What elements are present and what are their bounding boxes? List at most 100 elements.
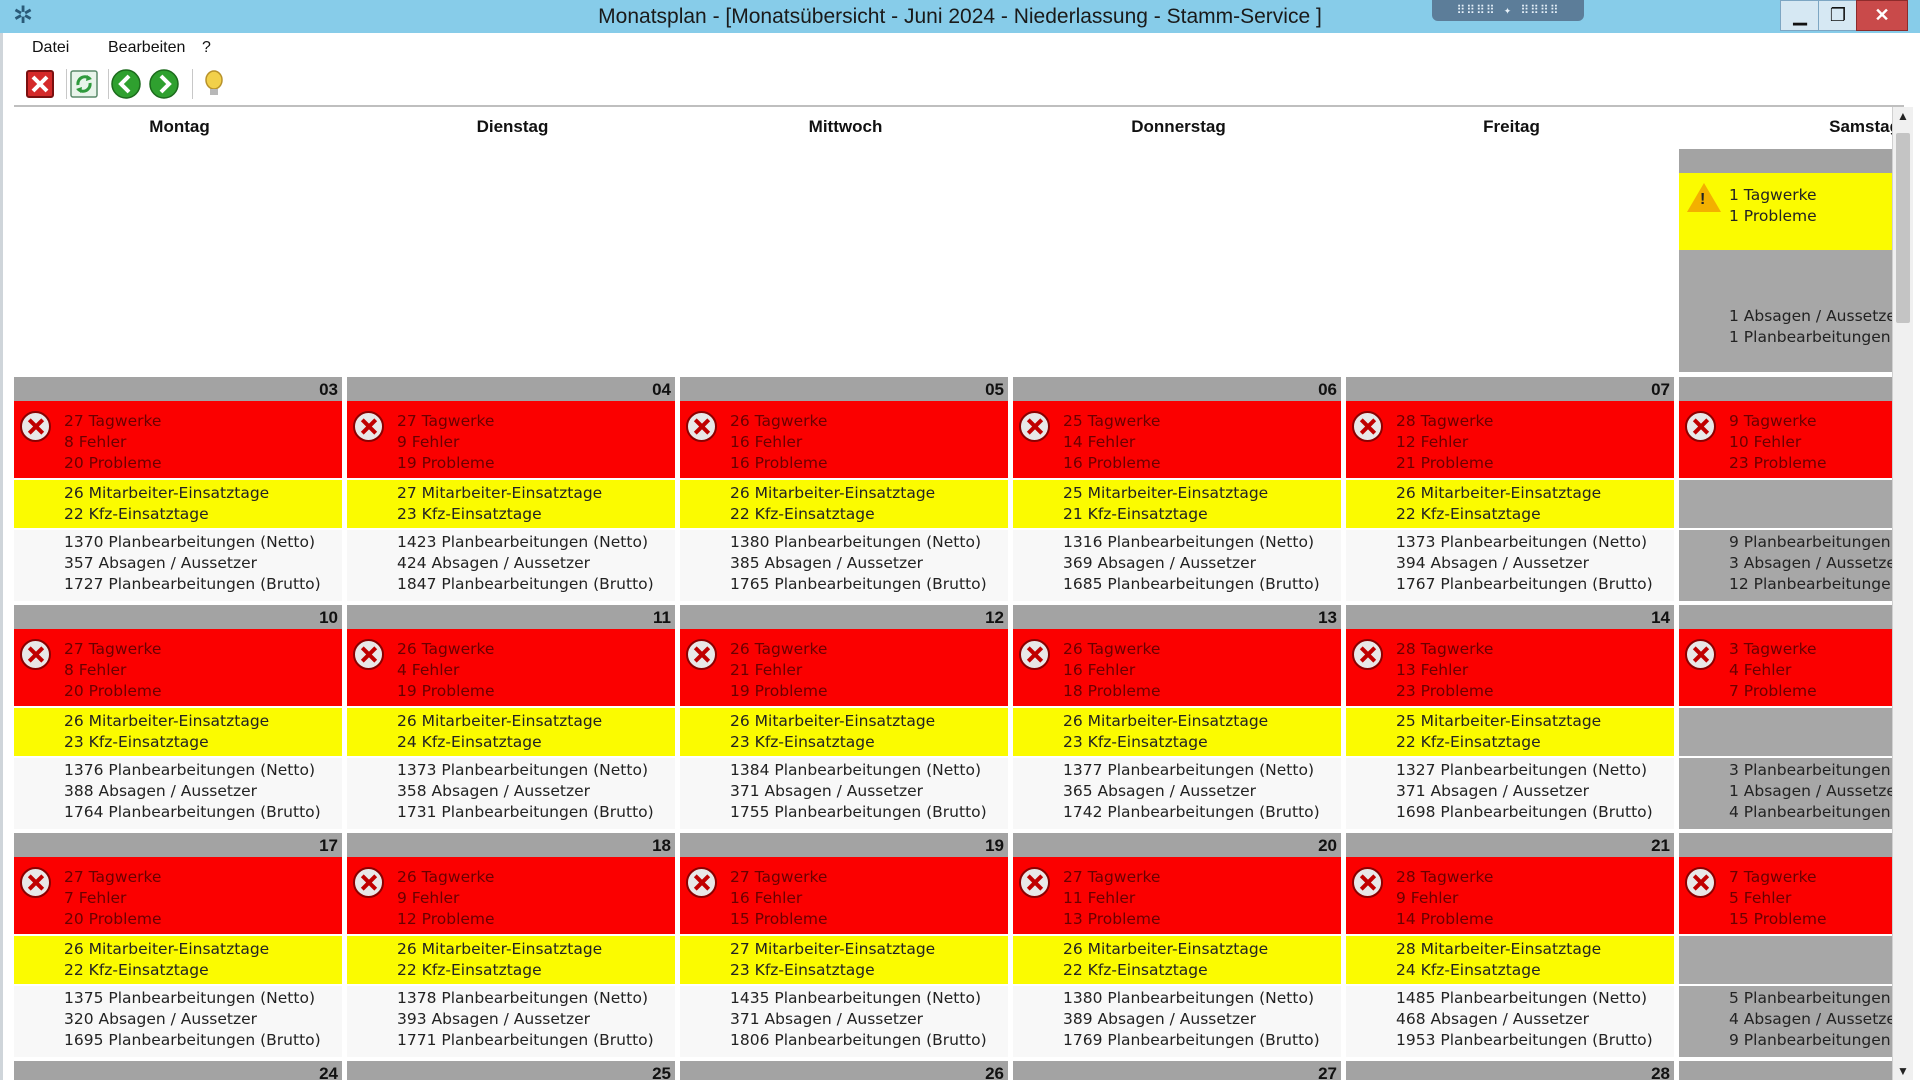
menu-bar: Datei Bearbeiten ? [14,33,1904,63]
scroll-up-icon[interactable]: ▲ [1893,107,1913,125]
close-window-button[interactable]: ✕ [1856,0,1908,31]
planning-line: 1423 Planbearbeitungen (Netto) [397,533,648,551]
error-section: 28 Tagwerke 12 Fehler 21 Probleme [1346,401,1674,478]
menu-bearbeiten[interactable]: Bearbeiten [108,33,185,63]
maximize-button[interactable]: ❐ [1818,0,1858,31]
menu-datei[interactable]: Datei [32,33,69,63]
planning-line: 388 Absagen / Aussetzer [64,782,258,800]
planning-line: 371 Absagen / Aussetzer [1396,782,1590,800]
day-header: 21 [1346,833,1674,857]
day-cell-sat[interactable]: 7 Tagwerke 5 Fehler 15 Probleme 5 Planbearb… [1679,833,1894,1057]
error-section: 28 Tagwerke 9 Fehler 14 Probleme [1346,857,1674,934]
error-icon [1352,867,1383,898]
error-icon [20,411,51,442]
toolbar-separator [192,69,193,99]
weekday-header-row: Montag Dienstag Mittwoch Donnerstag Frei… [14,107,1900,149]
planning-section: 1373 Planbearbeitungen (Netto) 358 Absage… [347,758,675,829]
error-icon [353,639,384,670]
day-number: 07 [1651,380,1670,399]
deployment-line: 23 Kfz-Einsatztage [730,961,875,979]
day-cell-sat-01[interactable]: ! 1 Tagwerke 1 Probleme 1 Absagen / Auss… [1679,149,1894,372]
planning-line: 1771 Planbearbeitungen (Brutto) [397,1031,654,1049]
day-cell-tue[interactable]: 04 27 Tagwerke 9 Fehler 19 Probleme 27 Mitar… [347,377,675,601]
day-cell-mon[interactable]: 24 [14,1061,342,1080]
planning-line: 1373 Planbearbeitungen (Netto) [397,761,648,779]
error-section: 7 Tagwerke 5 Fehler 15 Probleme [1679,857,1894,934]
deployment-line: 22 Kfz-Einsatztage [1396,505,1541,523]
day-header: 13 [1013,605,1341,629]
planning-section: 1435 Planbearbeitungen (Netto) 371 Absage… [680,986,1008,1057]
error-section: 27 Tagwerke 11 Fehler 13 Probleme [1013,857,1341,934]
error-icon [353,411,384,442]
error-line: 9 Fehler [1396,889,1459,907]
error-line: 15 Probleme [1729,910,1827,928]
day-cell-thu[interactable]: 13 26 Tagwerke 16 Fehler 18 Probleme 26 Mita… [1013,605,1341,829]
day-cell-fri[interactable]: 14 28 Tagwerke 13 Fehler 23 Probleme 25 Mita… [1346,605,1674,829]
day-number: 12 [985,608,1004,627]
planning-line: 1695 Planbearbeitungen (Brutto) [64,1031,321,1049]
forward-arrow-icon[interactable] [148,68,180,100]
day-cell-sat[interactable] [1679,1061,1894,1080]
day-cell-fri[interactable]: 28 [1346,1061,1674,1080]
deployment-line: 26 Mitarbeiter-Einsatztage [730,484,936,502]
lightbulb-icon[interactable] [198,68,230,100]
error-line: 23 Probleme [1396,682,1494,700]
planning-line: 1742 Planbearbeitungen (Brutto) [1063,803,1320,821]
day-cell-sat[interactable]: 3 Tagwerke 4 Fehler 7 Probleme 3 Planbearbe… [1679,605,1894,829]
day-cell-wed[interactable]: 12 26 Tagwerke 21 Fehler 19 Probleme 26 Mita… [680,605,1008,829]
error-icon [686,867,717,898]
day-cell-mon[interactable]: 17 27 Tagwerke 7 Fehler 20 Probleme 26 Mitar… [14,833,342,1057]
day-cell-thu[interactable]: 20 27 Tagwerke 11 Fehler 13 Probleme 26 Mita… [1013,833,1341,1057]
minimize-button[interactable]: ▁ [1780,0,1820,31]
deployment-line: 24 Kfz-Einsatztage [397,733,542,751]
day-header: 19 [680,833,1008,857]
planning-section: 1370 Planbearbeitungen (Netto) 357 Absage… [14,530,342,601]
menu-help[interactable]: ? [202,33,211,63]
day-cell-wed[interactable]: 05 26 Tagwerke 16 Fehler 16 Probleme 26 Mita… [680,377,1008,601]
error-line: 26 Tagwerke [1063,640,1161,658]
empty-section [1679,480,1894,528]
day-number: 24 [319,1064,338,1080]
day-cell-wed[interactable]: 19 27 Tagwerke 16 Fehler 15 Probleme 27 Mita… [680,833,1008,1057]
back-arrow-icon[interactable] [110,68,142,100]
day-header: 05 [680,377,1008,401]
planning-line: 1316 Planbearbeitungen (Netto) [1063,533,1314,551]
day-cell-thu[interactable]: 27 [1013,1061,1341,1080]
day-number: 28 [1651,1064,1670,1080]
refresh-icon[interactable] [68,68,100,100]
error-line: 4 Fehler [1729,661,1792,679]
dock-handle[interactable]: ⠿⠿⠿⠿ ✦ ⠿⠿⠿⠿ [1432,0,1584,21]
error-icon [353,867,384,898]
day-cell-fri[interactable]: 07 28 Tagwerke 12 Fehler 21 Probleme 26 Mita… [1346,377,1674,601]
window-left-border [0,33,3,1080]
day-cell-tue[interactable]: 11 26 Tagwerke 4 Fehler 19 Probleme 26 Mitar… [347,605,675,829]
error-section: 26 Tagwerke 21 Fehler 19 Probleme [680,629,1008,706]
error-line: 26 Tagwerke [397,640,495,658]
error-line: 27 Tagwerke [397,412,495,430]
close-icon[interactable] [24,68,56,100]
day-cell-mon[interactable]: 10 27 Tagwerke 8 Fehler 20 Probleme 26 Mitar… [14,605,342,829]
day-header: 20 [1013,833,1341,857]
deployment-line: 26 Mitarbeiter-Einsatztage [397,712,603,730]
day-cell-fri[interactable]: 21 28 Tagwerke 9 Fehler 14 Probleme 28 Mitar… [1346,833,1674,1057]
error-line: 23 Probleme [1729,454,1827,472]
planning-line: 3 Planbearbeitungen [1729,761,1891,779]
day-header: 10 [14,605,342,629]
day-header: 12 [680,605,1008,629]
scroll-thumb[interactable] [1896,133,1910,323]
planning-line: 1847 Planbearbeitungen (Brutto) [397,575,654,593]
planning-line: 1806 Planbearbeitungen (Brutto) [730,1031,987,1049]
day-cell-tue[interactable]: 18 26 Tagwerke 9 Fehler 12 Probleme 26 Mitar… [347,833,675,1057]
vertical-scrollbar[interactable]: ▲ ▼ [1892,107,1913,1080]
error-line: 27 Tagwerke [64,868,162,886]
scroll-down-icon[interactable]: ▼ [1893,1062,1913,1080]
planning-section: 1377 Planbearbeitungen (Netto) 365 Absage… [1013,758,1341,829]
day-cell-mon[interactable]: 03 27 Tagwerke 8 Fehler 20 Probleme 26 Mitar… [14,377,342,601]
day-cell-wed[interactable]: 26 [680,1061,1008,1080]
day-header [1679,833,1894,857]
day-cell-sat[interactable]: 9 Tagwerke 10 Fehler 23 Probleme 9 Planbear… [1679,377,1894,601]
planning-section: 1384 Planbearbeitungen (Netto) 371 Absage… [680,758,1008,829]
error-line: 26 Tagwerke [397,868,495,886]
day-cell-thu[interactable]: 06 25 Tagwerke 14 Fehler 16 Probleme 25 Mita… [1013,377,1341,601]
day-cell-tue[interactable]: 25 [347,1061,675,1080]
